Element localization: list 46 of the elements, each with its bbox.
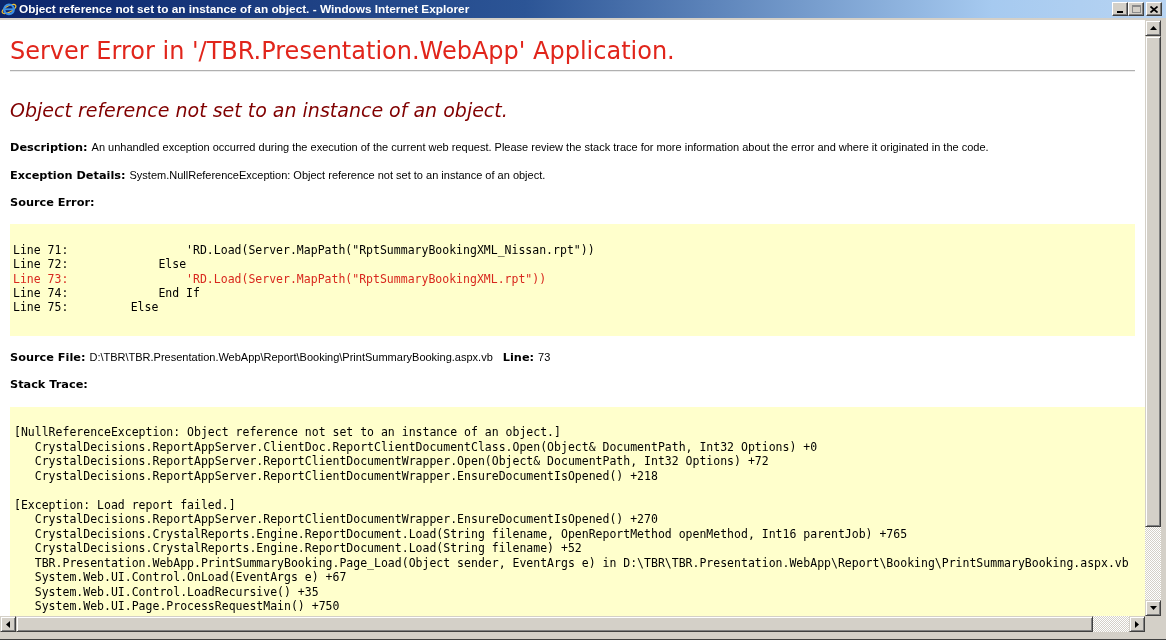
scroll-left-button[interactable]: [0, 616, 16, 632]
caret-down-icon: [1149, 606, 1157, 610]
stack-frame: CrystalDecisions.ReportAppServer.ClientDoc.ReportClientDocumentClass.Open(Object& DocumentPath, Int32 Options) +0: [14, 439, 818, 454]
scroll-up-button[interactable]: [1145, 20, 1161, 36]
caret-right-icon: [1135, 620, 1139, 628]
minimize-button[interactable]: [1112, 2, 1128, 16]
scroll-right-button[interactable]: [1129, 616, 1145, 632]
caret-left-icon: [6, 620, 10, 628]
stack-frame: System.Web.UI.Page.ProcessRequestMain() +750: [14, 599, 340, 614]
code-line: Line 75: Else: [13, 300, 159, 315]
scrollbar-thumb[interactable]: [1145, 36, 1161, 527]
stack-frame: TBR.Presentation.WebApp.PrintSummaryBooking.Page_Load(Object sender, EventArgs e) in D:\TBR\TBR.Presentation.WebApp\Report\Booking\PrintSummaryBooking.aspx.vb: [14, 555, 1129, 570]
vertical-scrollbar[interactable]: [1145, 20, 1161, 616]
error-title: Object reference not set to an instance of an object.: [10, 98, 508, 122]
exception-message: [Exception: Load report failed.]: [14, 497, 236, 512]
maximize-icon: [1131, 5, 1141, 13]
source-file-path: D:\TBR\TBR.Presentation.WebApp\Report\Booking\PrintSummaryBooking.aspx.vb: [89, 350, 493, 364]
caret-up-icon: [1149, 26, 1157, 30]
code-line: Line 74: End If: [13, 285, 200, 300]
detail-label: Exception Details:: [10, 169, 126, 183]
stack-frame: CrystalDecisions.CrystalReports.Engine.ReportDocument.Load(String filename) +52: [14, 541, 582, 556]
stack-frame: CrystalDecisions.ReportAppServer.ReportClientDocumentWrapper.EnsureDocumentIsOpened() +270: [14, 512, 658, 527]
exception-message: [NullReferenceException: Object reference not set to an instance of an object.]: [14, 425, 561, 440]
source-file-label: Source File:: [10, 351, 86, 365]
page-heading: Server Error in '/TBR.Presentation.WebApp' Application.: [10, 38, 675, 64]
stack-frame: System.Web.UI.Control.LoadRecursive() +35: [14, 584, 319, 599]
line-label: Line:: [502, 351, 535, 365]
section-label: Stack Trace:: [10, 378, 88, 392]
detail-text: System.NullReferenceException: Object reference not set to an instance of an object.: [129, 168, 546, 182]
code-line: Line 73: 'RD.Load(Server.MapPath("RptSummaryBookingXML.rpt")): [13, 271, 547, 286]
stack-frame: CrystalDecisions.ReportAppServer.ReportClientDocumentWrapper.EnsureDocumentIsOpened() +218: [14, 468, 658, 483]
close-button[interactable]: [1146, 2, 1162, 16]
section-label: Source Error:: [10, 196, 95, 210]
stack-frame: CrystalDecisions.ReportAppServer.ReportClientDocumentWrapper.Open(Object& DocumentPath, Int32 Options) +72: [14, 454, 769, 469]
scroll-down-button[interactable]: [1145, 600, 1161, 616]
stack-frame: System.Web.UI.Control.OnLoad(EventArgs e) +67: [14, 570, 347, 585]
line-number: 73: [538, 350, 551, 364]
stack-frame: CrystalDecisions.CrystalReports.Engine.ReportDocument.Load(String filename, OpenReportMethod openMethod, Int16 parentJob) +765: [14, 526, 908, 541]
detail-label: Description:: [10, 141, 88, 155]
code-line: Line 72: Else: [13, 257, 187, 272]
maximize-button[interactable]: [1128, 2, 1144, 16]
close-icon: [1150, 5, 1158, 13]
window-title: Object reference not set to an instance of an object. - Windows Internet Explorer: [19, 1, 471, 18]
code-line: Line 71: 'RD.Load(Server.MapPath("RptSummaryBookingXML_Nissan.rpt")): [13, 243, 595, 258]
browser-logo-icon: [1, 1, 17, 17]
detail-text: An unhandled exception occurred during the execution of the current web request. Please review the stack trace for more information about the error and where it originated in the code.: [91, 140, 989, 154]
